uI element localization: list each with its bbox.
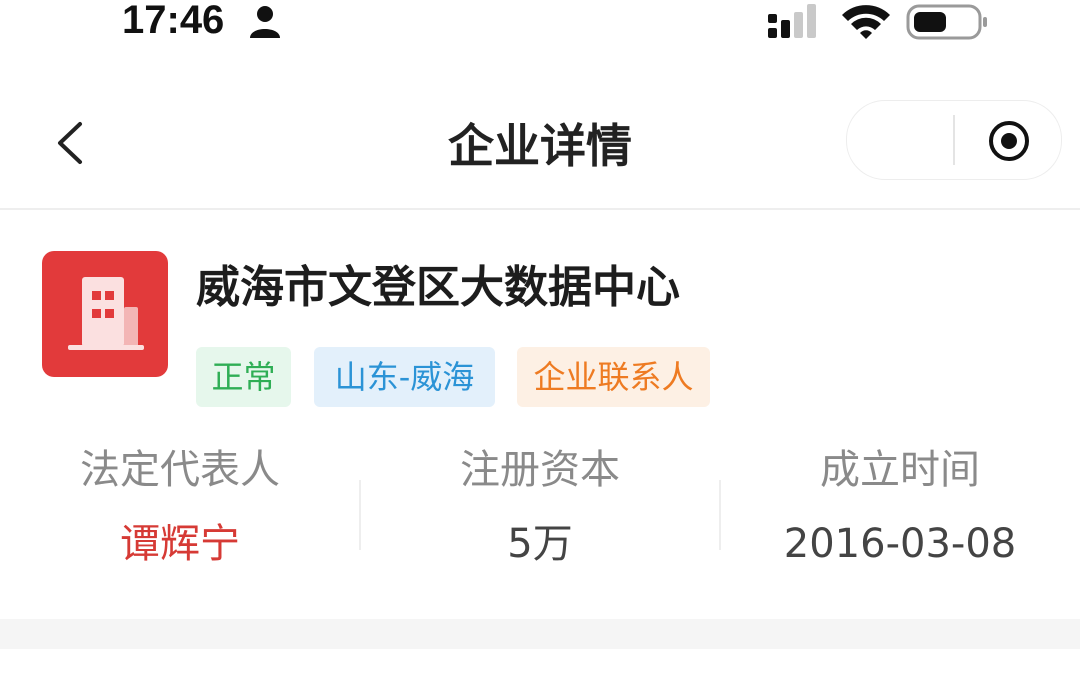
status-bar: 17:46 [0, 0, 1080, 48]
registered-capital-value: 5万 [507, 521, 573, 567]
company-logo [42, 251, 168, 377]
founded-date-stat: 成立时间 2016-03-08 [720, 438, 1080, 576]
mini-program-capsule [846, 100, 1062, 180]
founded-date-value: 2016-03-08 [783, 521, 1017, 567]
registered-capital-stat: 注册资本 5万 [360, 438, 720, 576]
person-icon [250, 6, 280, 38]
nav-divider [0, 208, 1080, 210]
legal-representative-label: 法定代表人 [80, 447, 280, 493]
capsule-divider [953, 115, 955, 165]
company-name: 威海市文登区大数据中心 [196, 262, 680, 313]
region-tag: 山东-威海 [314, 347, 495, 407]
signal-icon [768, 4, 816, 38]
founded-date-label: 成立时间 [820, 447, 980, 493]
record-icon[interactable] [987, 119, 1031, 163]
wifi-icon [842, 5, 890, 39]
registered-capital-label: 注册资本 [460, 447, 620, 493]
building-icon [68, 277, 144, 350]
legal-representative-value[interactable]: 谭辉宁 [0, 512, 360, 576]
battery-icon [906, 4, 987, 40]
legal-representative-stat: 法定代表人 谭辉宁 [0, 438, 360, 576]
section-separator [0, 619, 1080, 649]
enterprise-detail-page: 17:46 企业详情 威海市文登区大数据中心 正常 山东-威海 企业联系人 法定… [0, 0, 1080, 675]
contact-person-tag[interactable]: 企业联系人 [517, 347, 710, 407]
status-tag: 正常 [196, 347, 291, 407]
next-section [0, 649, 1080, 675]
status-time: 17:46 [122, 0, 225, 42]
nav-bar: 企业详情 [0, 88, 1080, 208]
